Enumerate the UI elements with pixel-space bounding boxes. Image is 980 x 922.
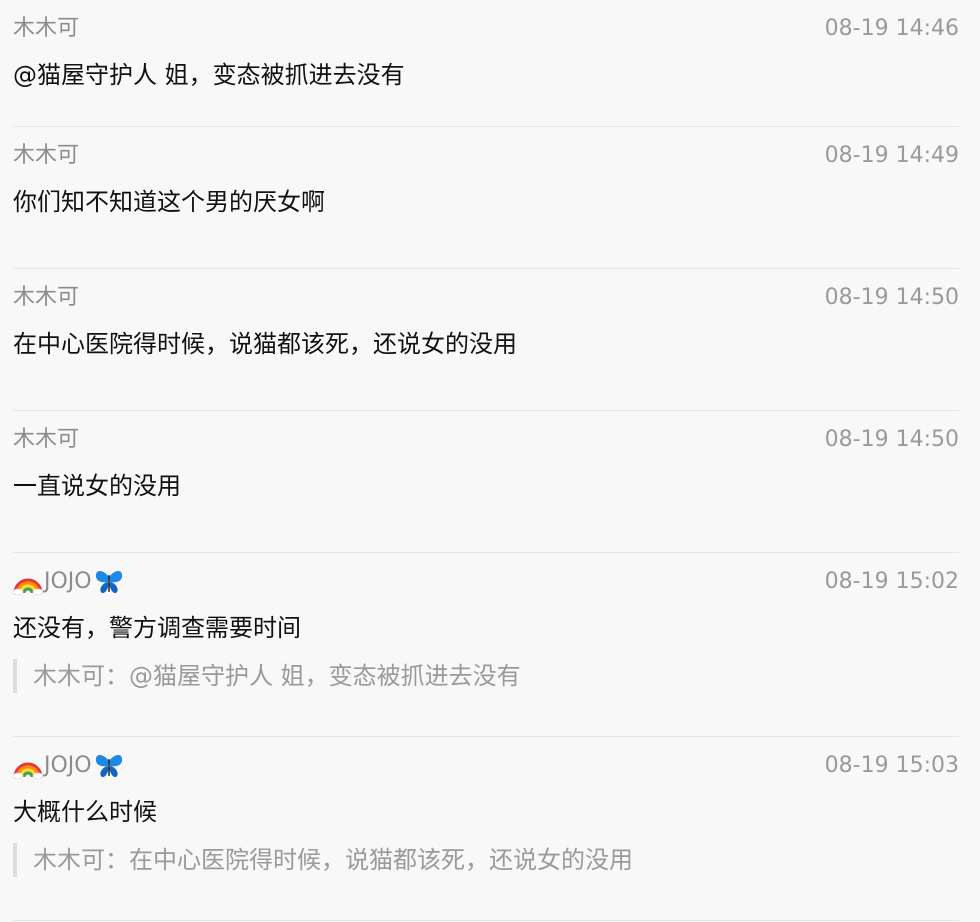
timestamp: 08-19 15:02 (824, 569, 959, 594)
message-text: 你们知不知道这个男的厌女啊 (13, 188, 325, 216)
message-text: 一直说女的没用 (13, 472, 181, 500)
list-item: 木木可 08-19 14:46 @猫屋守护人 姐，变态被抓进去没有 (13, 0, 959, 127)
list-item: JOJO 08-19 15:03 大概什么时候 木木可：在中心医院得时候，说猫都… (13, 737, 959, 921)
message-meta: 木木可 08-19 14:46 (13, 14, 959, 44)
rainbow-icon (13, 762, 43, 779)
message-meta: JOJO 08-19 15:03 (13, 751, 959, 781)
message-text: 还没有，警方调查需要时间 (13, 614, 301, 642)
list-item: JOJO 08-19 15:02 还没有，警方调查需要时间 木木可：@猫屋守护人… (13, 553, 959, 737)
message-meta: 木木可 08-19 14:49 (13, 141, 959, 171)
author-label: JOJO (44, 569, 92, 594)
timestamp: 08-19 14:50 (824, 427, 959, 452)
list-item: 木木可 08-19 14:49 你们知不知道这个男的厌女啊 (13, 127, 959, 269)
author-label: 木木可 (13, 143, 80, 168)
quoted-message[interactable]: 木木可：在中心医院得时候，说猫都该死，还说女的没用 (13, 843, 959, 877)
rainbow-icon (13, 578, 43, 595)
message-meta: 木木可 08-19 14:50 (13, 283, 959, 313)
timestamp: 08-19 14:50 (824, 285, 959, 310)
author-name[interactable]: 木木可 (13, 14, 79, 44)
author-label: 木木可 (13, 427, 80, 452)
author-name[interactable]: JOJO (13, 567, 125, 597)
author-name[interactable]: JOJO (13, 751, 125, 781)
quoted-message[interactable]: 木木可：@猫屋守护人 姐，变态被抓进去没有 (13, 659, 959, 693)
timestamp: 08-19 15:03 (824, 753, 959, 778)
message-text: 大概什么时候 (13, 798, 157, 826)
author-name[interactable]: 木木可 (13, 141, 79, 171)
author-name[interactable]: 木木可 (13, 283, 79, 313)
comment-thread: 木木可 08-19 14:46 @猫屋守护人 姐，变态被抓进去没有 木木可 08… (0, 0, 980, 922)
butterfly-icon (95, 755, 122, 778)
author-label: 木木可 (13, 285, 80, 310)
butterfly-icon (95, 571, 122, 594)
timestamp: 08-19 14:49 (824, 143, 959, 168)
message-text: @猫屋守护人 姐，变态被抓进去没有 (13, 61, 405, 89)
message-meta: JOJO 08-19 15:02 (13, 567, 959, 597)
author-label: JOJO (44, 753, 92, 778)
author-label: 木木可 (13, 16, 80, 41)
message-text: 在中心医院得时候，说猫都该死，还说女的没用 (13, 330, 517, 358)
author-name[interactable]: 木木可 (13, 425, 79, 455)
list-item: 木木可 08-19 14:50 在中心医院得时候，说猫都该死，还说女的没用 (13, 269, 959, 411)
message-meta: 木木可 08-19 14:50 (13, 425, 959, 455)
list-item: 木木可 08-19 14:50 一直说女的没用 (13, 411, 959, 553)
timestamp: 08-19 14:46 (824, 16, 959, 41)
